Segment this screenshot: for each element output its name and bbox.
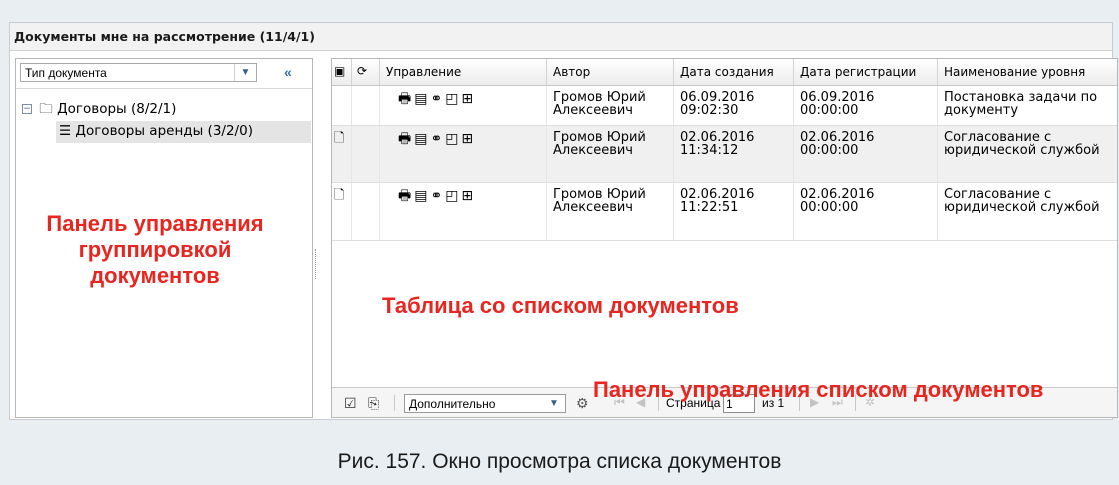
created-cell: 02.06.2016 11:34:12 xyxy=(674,126,794,182)
chevron-down-icon[interactable]: ▼ xyxy=(234,64,256,81)
grouping-toolbar: Тип документа ▼ « xyxy=(16,59,312,87)
folder-icon: 🗀 xyxy=(39,101,53,117)
new-document-icon[interactable]: 🗋 xyxy=(332,183,352,240)
report-icon[interactable]: ⎘ xyxy=(368,395,379,412)
author-cell: Громов Юрий Алексеевич xyxy=(547,86,674,125)
row-actions: 🖶▤⚭◰⊞ xyxy=(380,86,547,125)
document-type-select-value: Тип документа xyxy=(25,66,107,80)
tree-node-lease-contracts[interactable]: ☰ Договоры аренды (3/2/0) xyxy=(56,121,311,143)
row-flag-cell xyxy=(352,126,380,182)
view-route-icon[interactable]: ◰ xyxy=(445,188,461,204)
created-cell: 06.09.2016 09:02:30 xyxy=(674,86,794,125)
author-cell: Громов Юрий Алексеевич xyxy=(547,183,674,240)
tree-node-label: Договоры (8/2/1) xyxy=(57,101,177,117)
apply-action-icon[interactable]: ⚙ xyxy=(576,395,589,412)
export-icon[interactable]: ⊞ xyxy=(461,131,476,147)
list-icon: ☰ xyxy=(59,123,72,139)
print-icon[interactable]: 🖶 xyxy=(398,131,414,147)
new-document-icon[interactable]: 🗋 xyxy=(332,126,352,182)
window-title: Документы мне на рассмотрение (11/4/1) xyxy=(10,23,1112,51)
additional-select-value: Дополнительно xyxy=(409,397,496,411)
row-flag-cell xyxy=(352,86,380,125)
additional-select[interactable]: Дополнительно ▼ xyxy=(404,394,566,413)
view-files-icon[interactable]: ⚭ xyxy=(430,91,445,107)
table-header: ▣ ⟳ Управление Автор Дата создания Дата … xyxy=(332,59,1117,86)
figure-caption: Рис. 157. Окно просмотра списка документ… xyxy=(337,450,782,473)
column-header-manage[interactable]: Управление xyxy=(380,59,547,85)
export-icon[interactable]: ⊞ xyxy=(461,91,476,107)
level-cell: Согласование с юридической службой xyxy=(944,130,1100,158)
row-status-cell xyxy=(332,86,352,125)
table-row[interactable]: 🗋 🖶▤⚭◰⊞ Громов Юрий Алексеевич 02.06.201… xyxy=(332,126,1117,183)
registered-cell: 02.06.2016 00:00:00 xyxy=(794,126,938,182)
document-tree: − 🗀 Договоры (8/2/1) ☰ Договоры аренды (… xyxy=(16,88,312,143)
row-actions: 🖶▤⚭◰⊞ xyxy=(380,126,547,182)
check-all-icon[interactable]: ☑ xyxy=(344,395,357,412)
author-cell: Громов Юрий Алексеевич xyxy=(547,126,674,182)
row-actions: 🖶▤⚭◰⊞ xyxy=(380,183,547,240)
tree-collapse-icon[interactable]: − xyxy=(22,104,32,114)
panel-splitter[interactable] xyxy=(315,249,318,279)
print-icon[interactable]: 🖶 xyxy=(398,188,414,204)
view-card-icon[interactable]: ▤ xyxy=(414,188,430,204)
export-icon[interactable]: ⊞ xyxy=(461,188,476,204)
column-header-created[interactable]: Дата создания xyxy=(674,59,794,85)
view-card-icon[interactable]: ▤ xyxy=(414,131,430,147)
tree-node-contracts[interactable]: − 🗀 Договоры (8/2/1) xyxy=(16,99,312,121)
view-route-icon[interactable]: ◰ xyxy=(445,91,461,107)
table-row[interactable]: 🗋 🖶▤⚭◰⊞ Громов Юрий Алексеевич 02.06.201… xyxy=(332,183,1117,241)
view-route-icon[interactable]: ◰ xyxy=(445,131,461,147)
created-cell: 02.06.2016 11:22:51 xyxy=(674,183,794,240)
row-flag-cell xyxy=(352,183,380,240)
document-type-select[interactable]: Тип документа ▼ xyxy=(20,63,257,82)
level-cell: Постановка задачи по документу xyxy=(944,90,1098,118)
toolbar-divider xyxy=(394,395,395,411)
level-cell: Согласование с юридической службой xyxy=(944,187,1100,215)
list-bar-annotation: Панель управления списком документов xyxy=(593,377,1044,402)
select-column-icon[interactable]: ▣ xyxy=(332,59,352,85)
column-header-author[interactable]: Автор xyxy=(547,59,674,85)
refresh-column-icon[interactable]: ⟳ xyxy=(352,59,380,85)
documents-table-panel: ▣ ⟳ Управление Автор Дата создания Дата … xyxy=(331,58,1118,418)
view-files-icon[interactable]: ⚭ xyxy=(430,131,445,147)
tree-node-label: Договоры аренды (3/2/0) xyxy=(75,123,253,139)
documents-window: Документы мне на рассмотрение (11/4/1) Т… xyxy=(9,22,1118,420)
registered-cell: 02.06.2016 00:00:00 xyxy=(794,183,938,240)
chevron-down-icon[interactable]: ▼ xyxy=(543,395,565,412)
view-files-icon[interactable]: ⚭ xyxy=(430,188,445,204)
table-row[interactable]: 🖶▤⚭◰⊞ Громов Юрий Алексеевич 06.09.2016 … xyxy=(332,86,1117,126)
view-card-icon[interactable]: ▤ xyxy=(414,91,430,107)
collapse-panel-icon[interactable]: « xyxy=(284,64,292,80)
table-annotation: Таблица со списком документов xyxy=(382,293,739,318)
column-header-registered[interactable]: Дата регистрации xyxy=(794,59,938,85)
registered-cell: 06.09.2016 00:00:00 xyxy=(794,86,938,125)
grouping-panel-annotation: Панель управления группировкой документо… xyxy=(46,211,264,288)
column-header-level[interactable]: Наименование уровня xyxy=(938,59,1113,85)
print-icon[interactable]: 🖶 xyxy=(398,91,414,107)
